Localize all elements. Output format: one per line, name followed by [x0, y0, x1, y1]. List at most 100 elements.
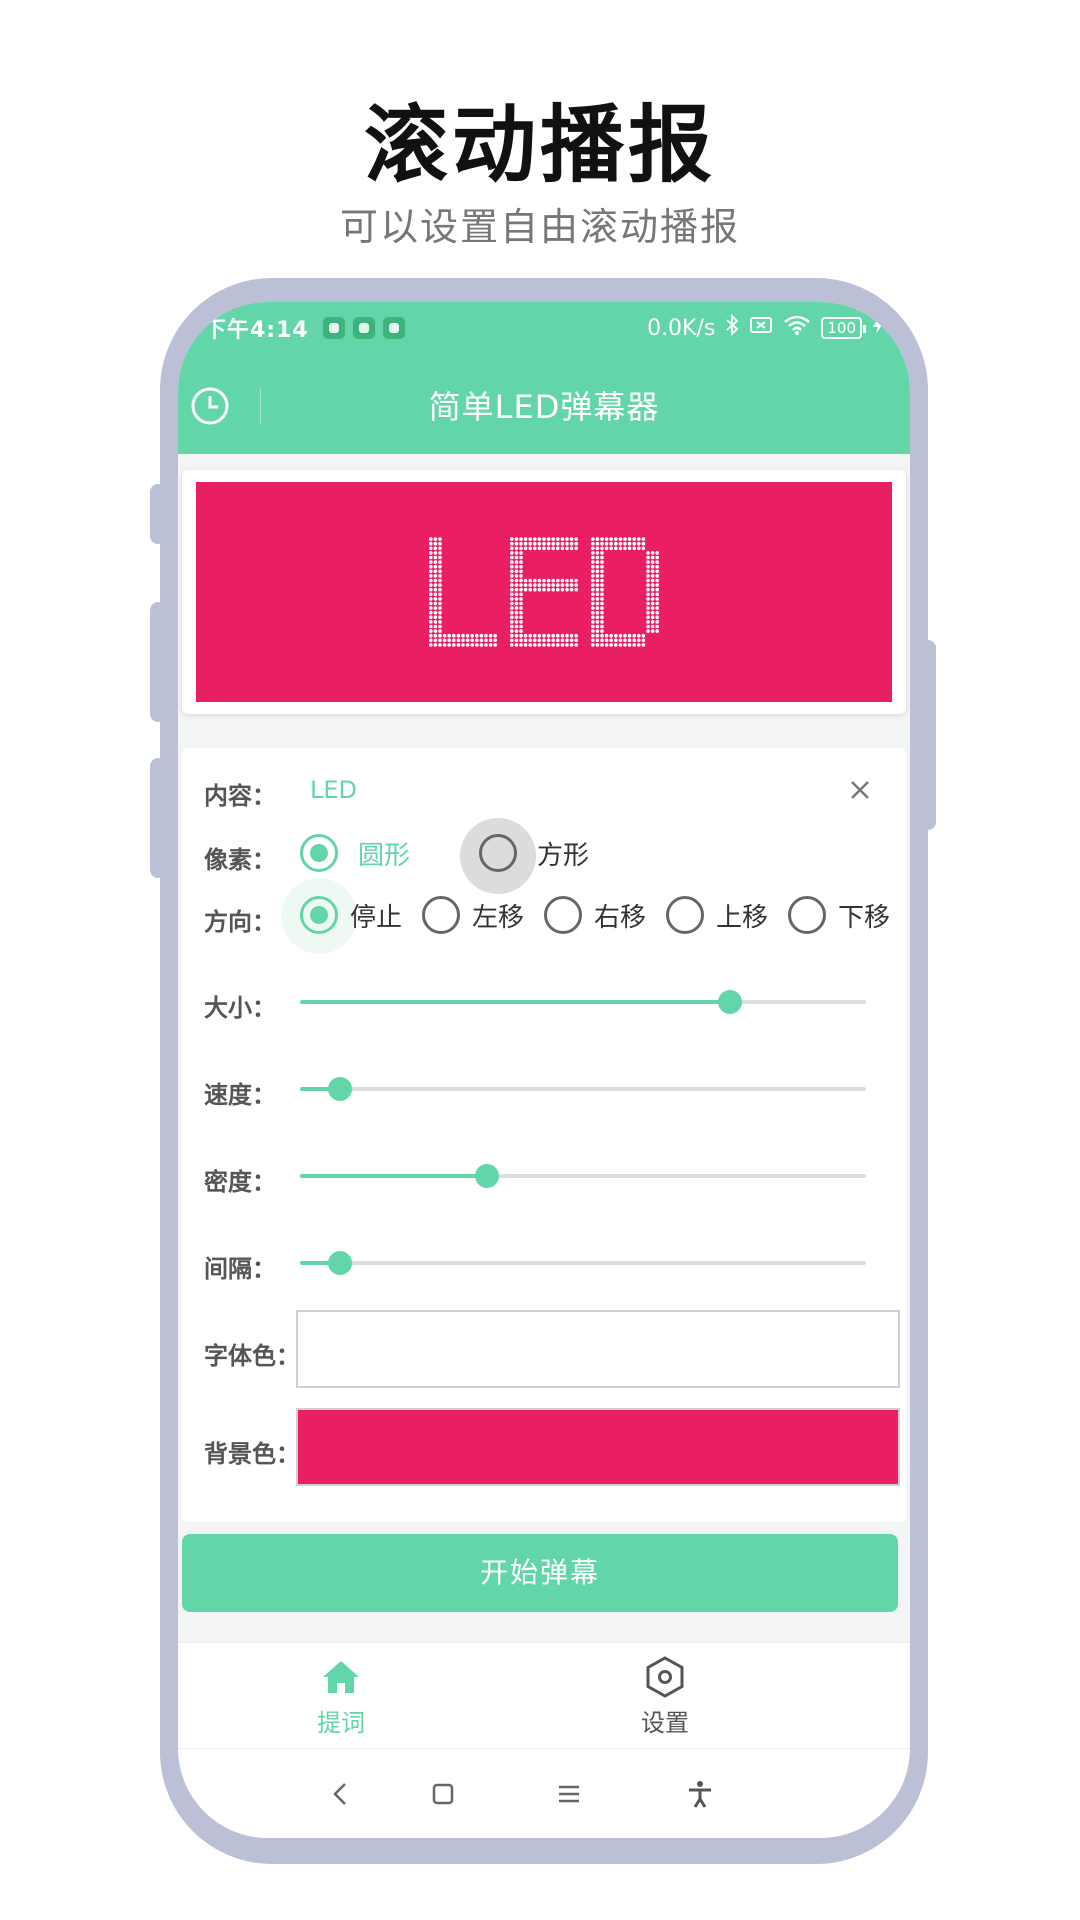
- led-dot: [493, 638, 498, 643]
- led-dot: [565, 633, 569, 638]
- led-dot: [556, 643, 560, 647]
- back-icon[interactable]: [326, 1779, 356, 1809]
- direction-option-stop[interactable]: 停止: [300, 896, 402, 934]
- led-dot: [528, 541, 532, 546]
- direction-option-down[interactable]: 下移: [788, 896, 890, 934]
- direction-option-left[interactable]: 左移: [422, 896, 524, 934]
- direction-option-right[interactable]: 右移: [544, 896, 646, 934]
- led-dot: [556, 587, 560, 592]
- led-dot: [650, 569, 655, 574]
- led-dot: [433, 610, 438, 615]
- led-dot: [438, 555, 442, 560]
- font-color-picker[interactable]: [296, 1310, 900, 1388]
- led-dot: [655, 583, 659, 587]
- led-dot: [461, 638, 465, 643]
- led-dot: [479, 638, 484, 643]
- nav-item-settings[interactable]: 设置: [565, 1655, 765, 1738]
- led-dot: [556, 638, 560, 643]
- led-dot: [523, 546, 528, 551]
- led-dot: [519, 541, 523, 546]
- led-dot: [574, 578, 578, 583]
- led-dot: [519, 551, 523, 555]
- led-dot: [591, 537, 595, 541]
- slider-thumb[interactable]: [327, 1251, 352, 1275]
- led-dot: [465, 633, 470, 638]
- led-dot: [595, 574, 600, 578]
- led-dot: [519, 537, 523, 541]
- led-dot: [433, 583, 438, 587]
- phone-screen: 下午4:14 0.0K/s 100 简单LED弹幕器 内容： LED 像素： 圆…: [178, 302, 910, 1838]
- pixel-option-square[interactable]: 方形: [479, 834, 589, 872]
- led-dot: [591, 633, 595, 638]
- size-slider[interactable]: [300, 990, 866, 1014]
- led-dot: [600, 551, 604, 555]
- led-dot: [560, 546, 565, 551]
- led-dot: [623, 537, 627, 541]
- menu-icon[interactable]: [554, 1779, 584, 1809]
- home-square-icon[interactable]: [428, 1779, 458, 1809]
- close-icon[interactable]: [842, 772, 878, 808]
- led-dot: [523, 578, 528, 583]
- led-dot: [438, 546, 442, 551]
- led-dot: [574, 643, 578, 647]
- led-dot: [523, 643, 528, 647]
- slider-thumb[interactable]: [327, 1077, 352, 1101]
- led-dot: [438, 569, 442, 574]
- content-input[interactable]: LED: [310, 776, 357, 804]
- slider-track: [300, 1087, 866, 1091]
- led-dot: [646, 564, 650, 569]
- led-dot: [429, 551, 433, 555]
- led-dot: [546, 638, 551, 643]
- led-dot: [618, 643, 623, 647]
- led-dot: [560, 587, 565, 592]
- slider-thumb[interactable]: [474, 1164, 499, 1188]
- led-dot: [655, 624, 659, 629]
- status-time: 下午4:14: [204, 318, 309, 343]
- led-dot: [479, 643, 484, 647]
- led-dot: [595, 615, 600, 620]
- led-dot: [523, 633, 528, 638]
- radio-unselected-icon: [788, 896, 826, 934]
- led-dot: [546, 643, 551, 647]
- led-dot: [433, 555, 438, 560]
- led-dot: [600, 537, 604, 541]
- led-dot: [591, 643, 595, 647]
- led-dot: [510, 537, 514, 541]
- accessibility-icon[interactable]: [685, 1779, 715, 1809]
- led-dot: [591, 541, 595, 546]
- led-dot: [533, 587, 537, 592]
- led-dot: [551, 583, 555, 587]
- led-dot: [591, 629, 595, 633]
- led-dot: [595, 592, 600, 597]
- led-dot: [438, 620, 442, 624]
- led-dot: [591, 638, 595, 643]
- led-dot: [600, 633, 604, 638]
- led-dot: [433, 560, 438, 564]
- led-dot: [519, 638, 523, 643]
- interval-slider[interactable]: [300, 1251, 866, 1275]
- led-dot: [465, 638, 470, 643]
- direction-option-up[interactable]: 上移: [666, 896, 768, 934]
- density-slider[interactable]: [300, 1164, 866, 1188]
- speed-slider[interactable]: [300, 1077, 866, 1101]
- led-dot: [510, 564, 514, 569]
- led-dot: [609, 546, 613, 551]
- led-dot: [475, 633, 479, 638]
- start-danmaku-button[interactable]: 开始弹幕: [182, 1534, 898, 1612]
- led-dot: [646, 583, 650, 587]
- led-dot: [523, 587, 528, 592]
- led-dot: [623, 633, 627, 638]
- bg-color-picker[interactable]: [296, 1408, 900, 1486]
- led-dot: [591, 569, 595, 574]
- led-dot: [618, 633, 623, 638]
- pixel-option-round[interactable]: 圆形: [300, 834, 410, 872]
- led-dot: [519, 620, 523, 624]
- led-dot: [433, 620, 438, 624]
- led-dot: [560, 583, 565, 587]
- led-dot: [600, 615, 604, 620]
- led-dot: [637, 546, 641, 551]
- led-dot: [438, 587, 442, 592]
- led-dot: [632, 633, 636, 638]
- slider-thumb[interactable]: [718, 990, 743, 1014]
- nav-item-prompt[interactable]: 提词: [241, 1655, 441, 1738]
